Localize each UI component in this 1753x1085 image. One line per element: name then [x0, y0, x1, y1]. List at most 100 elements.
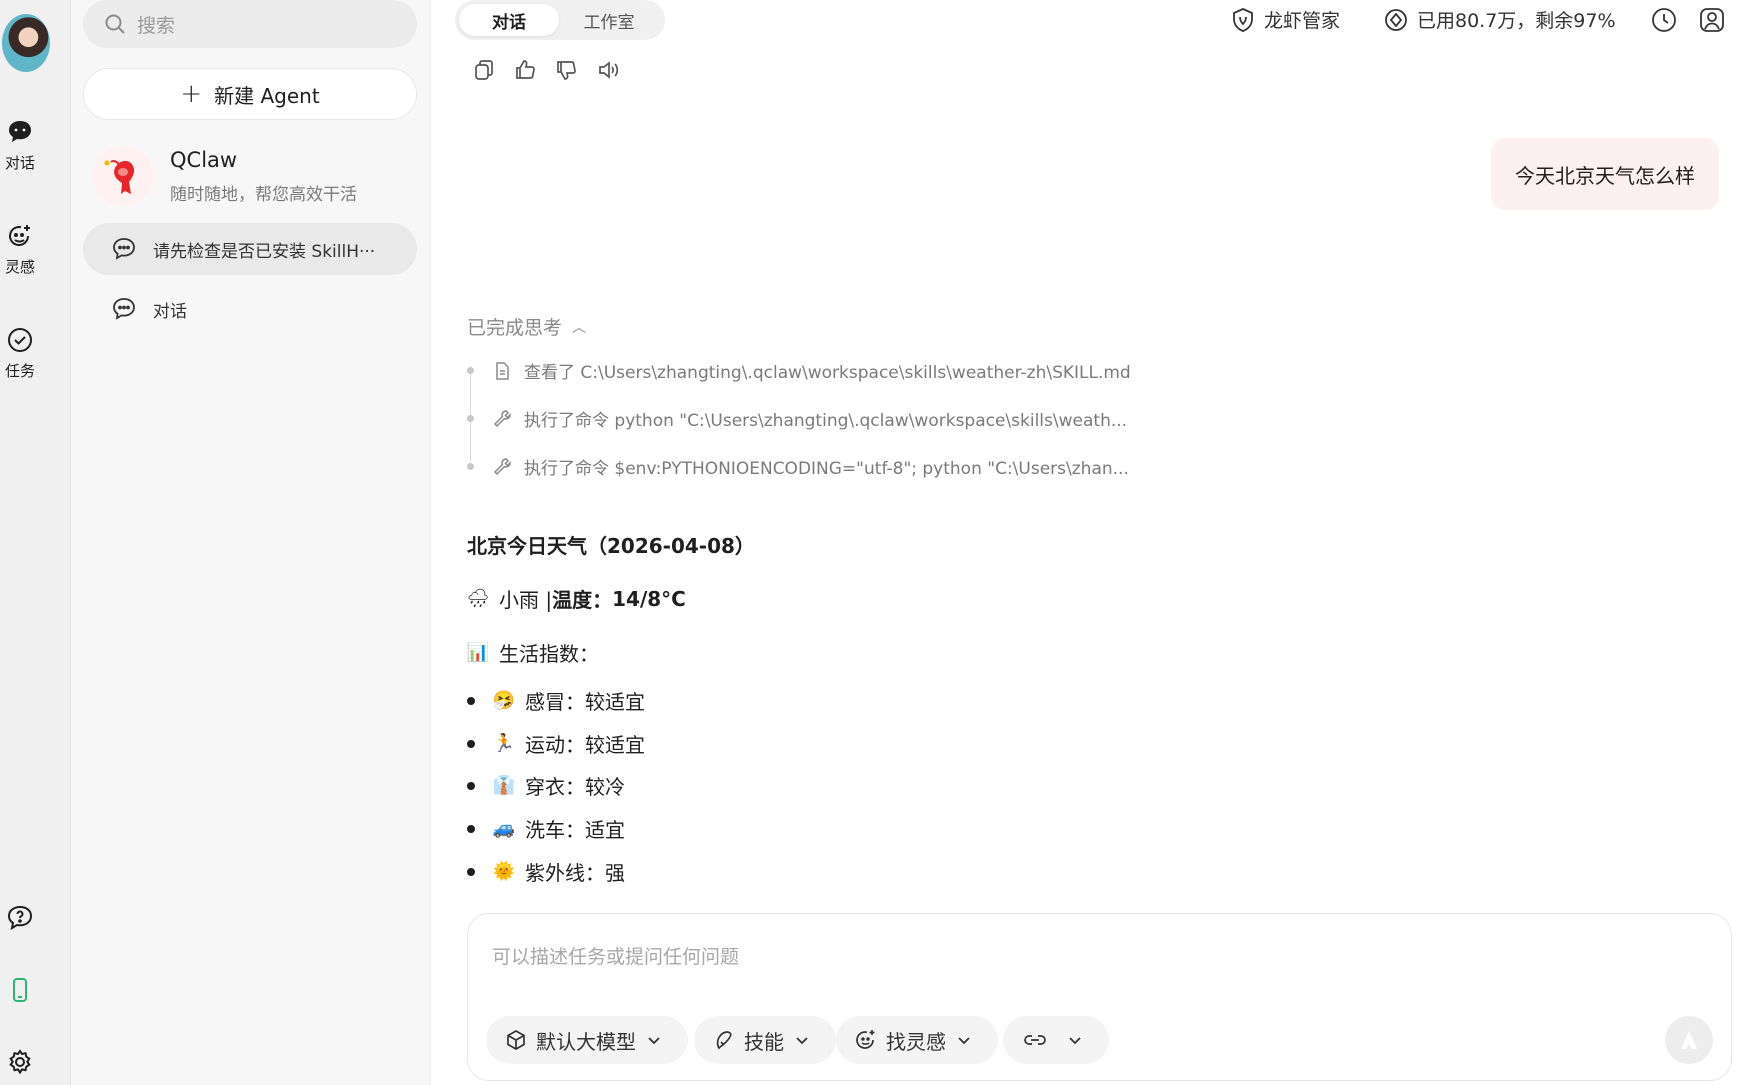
composer: 可以描述任务或提问任何问题 默认大模型 技能 找灵感	[467, 913, 1732, 1081]
shirt-icon: 👔	[492, 775, 516, 796]
thinking-step: 查看了 C:\Users\zhangting\.qclaw\workspace\…	[467, 358, 1131, 383]
view-tabs: 对话 工作室	[455, 0, 665, 40]
list-item-text: 运动：较适宜	[525, 733, 645, 757]
rain-cloud-icon: 🌧	[466, 588, 490, 609]
answer-title: 北京今日天气（2026-04-08）	[467, 534, 755, 558]
rail-item-label: 任务	[4, 362, 35, 380]
avatar[interactable]	[2, 14, 50, 72]
inspiration-icon	[856, 1030, 875, 1049]
qclaw-logo-icon	[93, 146, 153, 206]
search-input[interactable]: 搜索	[83, 0, 417, 48]
rail-item-chat[interactable]: 对话	[0, 118, 40, 173]
copy-icon[interactable]	[472, 58, 496, 82]
step-text: 执行了命令 $env:PYTHONIOENCODING="utf-8"; pyt…	[524, 459, 1129, 479]
step-text: 查看了 C:\Users\zhangting\.qclaw\workspace\…	[524, 363, 1131, 383]
list-item-text: 感冒：较适宜	[525, 690, 645, 714]
chat-bubble-icon	[113, 298, 135, 320]
token-icon	[1385, 8, 1407, 31]
index-label: 生活指数：	[499, 642, 599, 666]
chevron-down-icon	[1069, 1037, 1081, 1045]
thinking-toggle[interactable]: 已完成思考 ︿	[467, 313, 586, 340]
cube-icon	[507, 1030, 525, 1050]
inspiration-label: 找灵感	[886, 1029, 946, 1054]
list-item: 🏃 运动：较适宜	[467, 729, 645, 758]
history-icon[interactable]	[1650, 6, 1678, 34]
sneeze-icon: 🤧	[492, 690, 516, 711]
weather-desc: 小雨 |	[499, 588, 553, 612]
tab-studio[interactable]: 工作室	[559, 4, 659, 36]
rail-item-label: 对话	[4, 154, 35, 172]
agent-card[interactable]: QClaw 随时随地，帮您高效干活	[93, 142, 413, 212]
index-heading: 📊 生活指数：	[467, 638, 599, 667]
new-agent-label: 新建 Agent	[214, 83, 320, 108]
list-item: 🚙 洗车：适宜	[467, 814, 625, 843]
speaker-icon[interactable]	[596, 58, 620, 82]
thinking-label: 已完成思考	[467, 317, 563, 339]
search-icon	[105, 14, 125, 34]
timeline-dot	[467, 415, 474, 422]
inspiration-button[interactable]: 找灵感	[836, 1016, 998, 1064]
send-button[interactable]	[1665, 1016, 1713, 1064]
temp-label: 温度：	[552, 588, 613, 612]
conversation-title: 请先检查是否已安装 SkillH···	[153, 241, 376, 262]
new-agent-button[interactable]: + 新建 Agent	[83, 68, 417, 120]
usage-label: 已用80.7万，剩余97%	[1417, 10, 1616, 32]
weather-line: 🌧 小雨 | 温度： 14/8°C	[467, 584, 686, 613]
user-message-text: 今天北京天气怎么样	[1515, 163, 1695, 188]
agent-name: QClaw	[170, 148, 238, 172]
thumbs-down-icon[interactable]	[554, 58, 578, 82]
link-button[interactable]	[1003, 1016, 1109, 1064]
send-arrow-icon	[1681, 1031, 1697, 1049]
model-select-button[interactable]: 默认大模型	[486, 1016, 688, 1064]
conversation-title: 对话	[153, 301, 187, 322]
list-item: 🌞 紫外线：强	[467, 857, 625, 886]
gear-icon[interactable]	[6, 1048, 34, 1076]
list-item: 👔 穿衣：较冷	[467, 771, 625, 800]
list-item-text: 洗车：适宜	[525, 818, 625, 842]
chat-icon	[9, 121, 31, 142]
rail-item-label: 灵感	[4, 258, 35, 276]
wrench-icon	[493, 409, 511, 427]
bar-chart-icon: 📊	[466, 642, 490, 663]
help-icon[interactable]	[6, 904, 34, 932]
sun-icon: 🌞	[492, 861, 516, 882]
wrench-icon	[493, 457, 511, 475]
agent-subtitle: 随时随地，帮您高效干活	[170, 185, 357, 205]
list-item-text: 穿衣：较冷	[525, 775, 625, 799]
thumbs-up-icon[interactable]	[513, 58, 537, 82]
user-icon[interactable]	[1698, 6, 1726, 34]
temp-value: 14/8°C	[612, 586, 686, 611]
manager-label: 龙虾管家	[1264, 10, 1341, 32]
plus-icon: +	[180, 79, 203, 109]
list-item-text: 紫外线：强	[525, 861, 625, 885]
rail-item-task[interactable]: 任务	[0, 326, 40, 381]
left-rail: 对话 灵感 任务	[0, 0, 71, 1085]
thinking-step: 执行了命令 $env:PYTHONIOENCODING="utf-8"; pyt…	[467, 454, 1129, 479]
inspiration-icon	[9, 225, 30, 246]
step-text: 执行了命令 python "C:\Users\zhangting\.qclaw\…	[524, 411, 1128, 431]
search-placeholder: 搜索	[137, 14, 176, 37]
task-icon	[8, 328, 32, 352]
car-icon: 🚙	[492, 818, 516, 839]
chat-bubble-icon	[113, 238, 135, 260]
conversation-item[interactable]: 对话	[83, 283, 417, 335]
tab-chat[interactable]: 对话	[459, 4, 559, 36]
usage-indicator[interactable]: 已用80.7万，剩余97%	[1383, 6, 1616, 33]
conversation-item[interactable]: 请先检查是否已安装 SkillH···	[83, 223, 417, 275]
document-icon	[496, 361, 509, 380]
list-item: 🤧 感冒：较适宜	[467, 686, 645, 715]
skill-icon	[716, 1031, 732, 1050]
phone-icon[interactable]	[6, 976, 34, 1004]
chevron-down-icon	[796, 1037, 808, 1045]
link-icon	[1024, 1035, 1046, 1045]
sidebar: 搜索 + 新建 Agent QClaw 随时随地，帮您高效干活 请先检查是否已安…	[71, 0, 431, 1085]
manager-button[interactable]: 龙虾管家	[1230, 6, 1340, 33]
user-message-bubble: 今天北京天气怎么样	[1491, 138, 1719, 210]
skill-button[interactable]: 技能	[694, 1016, 836, 1064]
model-label: 默认大模型	[536, 1029, 636, 1054]
message-input[interactable]: 可以描述任务或提问任何问题	[492, 942, 739, 969]
thinking-step: 执行了命令 python "C:\Users\zhangting\.qclaw\…	[467, 406, 1127, 431]
rail-item-inspiration[interactable]: 灵感	[0, 222, 40, 277]
runner-icon: 🏃	[492, 733, 516, 754]
timeline-dot	[467, 463, 474, 470]
